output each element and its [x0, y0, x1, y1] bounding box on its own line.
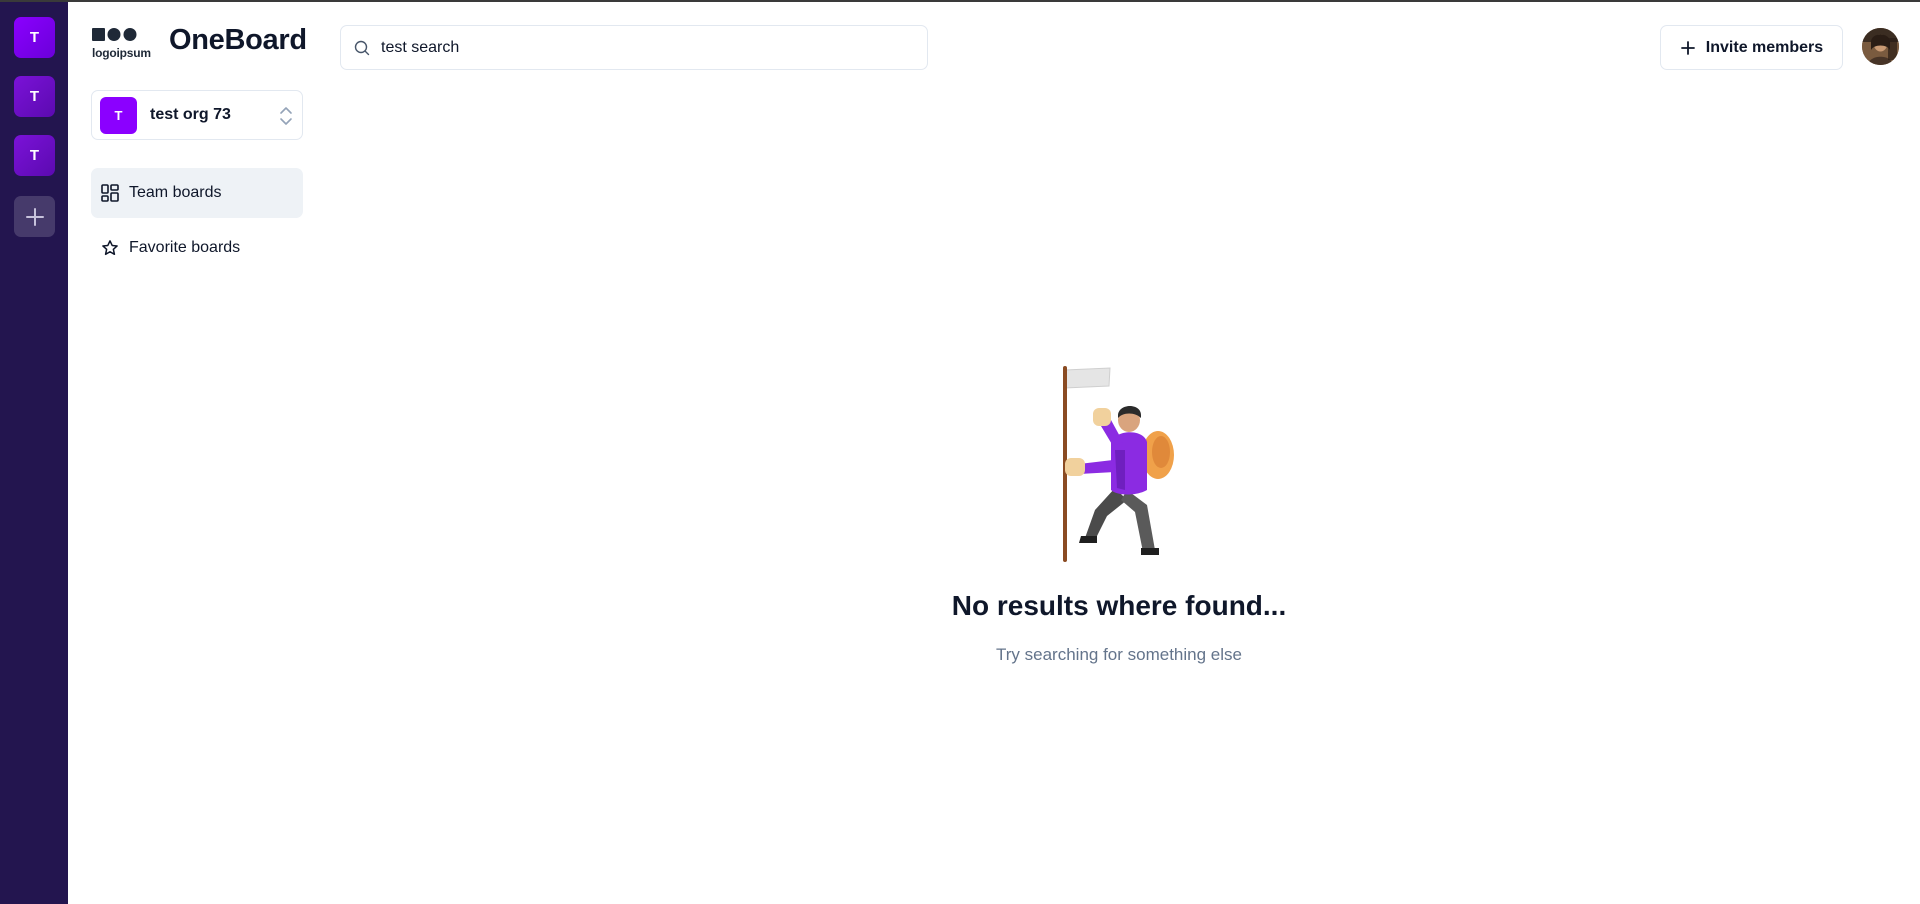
rail-org-initial: T — [29, 147, 40, 164]
app-title: OneBoard — [169, 24, 307, 56]
chevron-up-down-icon — [280, 107, 292, 125]
nav-item-favorite-boards[interactable]: Favorite boards — [91, 223, 303, 273]
add-organization-button[interactable] — [14, 196, 55, 237]
rail-org-initial: T — [29, 29, 40, 46]
invite-members-label: Invite members — [1705, 38, 1824, 56]
nav-item-label: Favorite boards — [129, 239, 241, 256]
logo-mark-icon — [92, 28, 137, 41]
plus-icon — [1680, 40, 1696, 56]
empty-state-subtitle: Try searching for something else — [996, 645, 1242, 664]
logo: logoipsum — [92, 26, 160, 60]
user-avatar-image — [1862, 28, 1899, 65]
search-input[interactable] — [381, 38, 921, 57]
star-icon — [101, 239, 119, 257]
search-bar[interactable] — [340, 25, 928, 70]
org-name: test org 73 — [150, 106, 231, 123]
org-avatar: T — [100, 96, 137, 134]
rail-org-1[interactable]: T — [14, 17, 55, 58]
org-switcher[interactable]: T test org 73 — [91, 90, 303, 140]
dashboard-icon — [101, 184, 119, 202]
user-avatar[interactable] — [1862, 28, 1899, 65]
nav-item-label: Team boards — [129, 184, 222, 201]
hiker-with-flag-illustration — [1063, 366, 1174, 562]
rail-org-2[interactable]: T — [14, 76, 55, 117]
window-top-border — [0, 0, 1920, 2]
search-icon — [354, 40, 370, 55]
invite-members-button[interactable]: Invite members — [1660, 25, 1843, 70]
plus-icon — [25, 207, 44, 226]
nav-item-team-boards[interactable]: Team boards — [91, 168, 303, 218]
rail-org-3[interactable]: T — [14, 135, 55, 176]
org-rail: T T T — [0, 2, 68, 904]
logo-wordmark: logoipsum — [92, 46, 151, 60]
org-avatar-initial: T — [114, 107, 123, 123]
rail-org-initial: T — [29, 88, 40, 105]
empty-state-title: No results where found... — [951, 590, 1287, 621]
